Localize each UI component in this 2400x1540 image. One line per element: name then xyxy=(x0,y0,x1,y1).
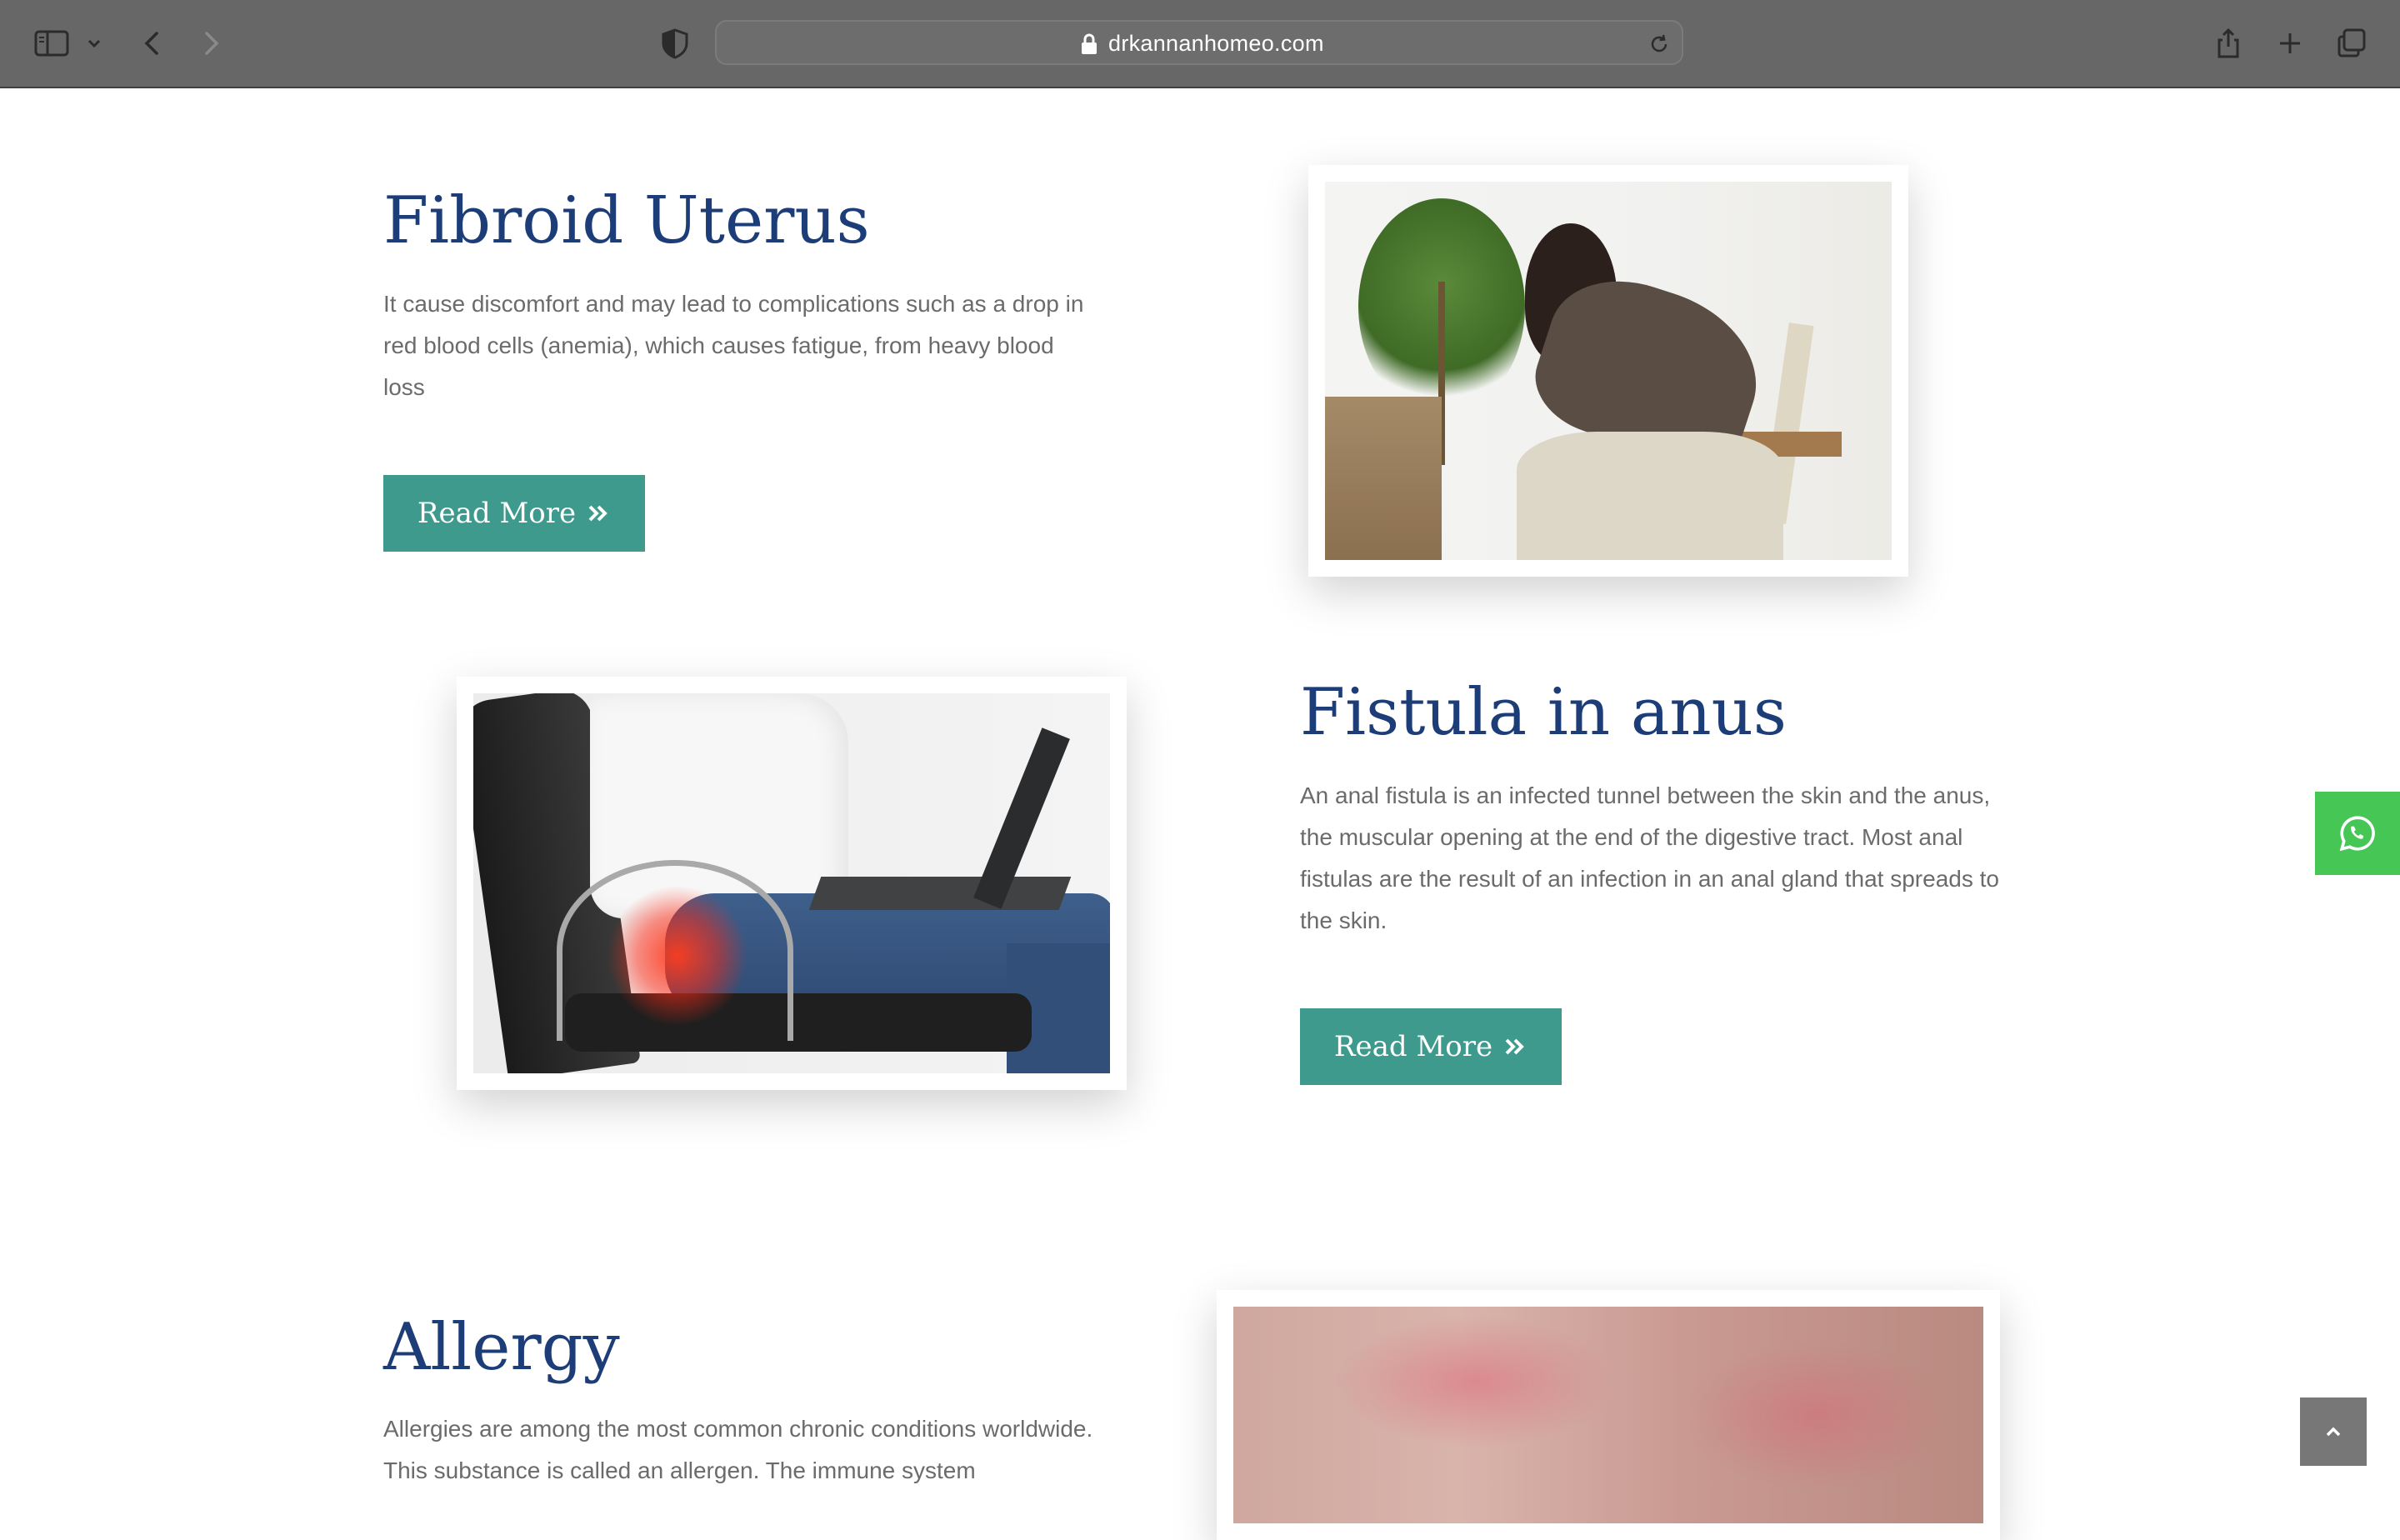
skin-rash-photo xyxy=(1233,1307,1983,1523)
read-more-label: Read More xyxy=(417,497,577,530)
read-more-button-fibroid[interactable]: Read More xyxy=(383,475,645,552)
lock-icon xyxy=(1082,33,1097,54)
whatsapp-icon xyxy=(2339,816,2375,852)
shield-icon[interactable] xyxy=(655,23,695,63)
share-icon[interactable] xyxy=(2208,23,2248,63)
double-chevron-right-icon xyxy=(1505,1038,1524,1055)
read-more-button-fistula[interactable]: Read More xyxy=(1300,1008,1562,1085)
section-description-fibroid: It cause discomfort and may lead to comp… xyxy=(383,291,1084,400)
woman-abdominal-pain-photo xyxy=(1325,182,1892,560)
section-title-fibroid: Fibroid Uterus xyxy=(383,183,870,258)
address-bar[interactable]: drkannanhomeo.com xyxy=(715,20,1683,65)
chevron-down-icon[interactable] xyxy=(82,23,107,63)
chevron-up-icon xyxy=(2326,1427,2341,1437)
image-frame-allergy xyxy=(1217,1290,2000,1540)
read-more-label: Read More xyxy=(1333,1030,1493,1063)
new-tab-icon[interactable] xyxy=(2270,23,2310,63)
double-chevron-right-icon xyxy=(588,505,608,522)
section-title-fistula: Fistula in anus xyxy=(1300,675,1787,750)
forward-icon[interactable] xyxy=(190,23,230,63)
tabs-overview-icon[interactable] xyxy=(2332,23,2372,63)
man-seated-pain-photo xyxy=(473,693,1110,1073)
whatsapp-button[interactable] xyxy=(2315,792,2400,875)
scroll-to-top-button[interactable] xyxy=(2300,1398,2367,1466)
sidebar-icon[interactable] xyxy=(32,23,72,63)
image-frame-fibroid xyxy=(1308,165,1908,577)
url-text: drkannanhomeo.com xyxy=(1108,31,1324,56)
section-title-allergy: Allergy xyxy=(383,1310,620,1385)
reload-icon[interactable] xyxy=(1647,32,1672,57)
section-description-fistula: An anal fistula is an infected tunnel be… xyxy=(1300,782,1999,933)
section-description-allergy: Allergies are among the most common chro… xyxy=(383,1416,1093,1483)
back-icon[interactable] xyxy=(133,23,173,63)
image-frame-fistula xyxy=(457,677,1127,1090)
browser-toolbar: drkannanhomeo.com xyxy=(0,0,2400,88)
